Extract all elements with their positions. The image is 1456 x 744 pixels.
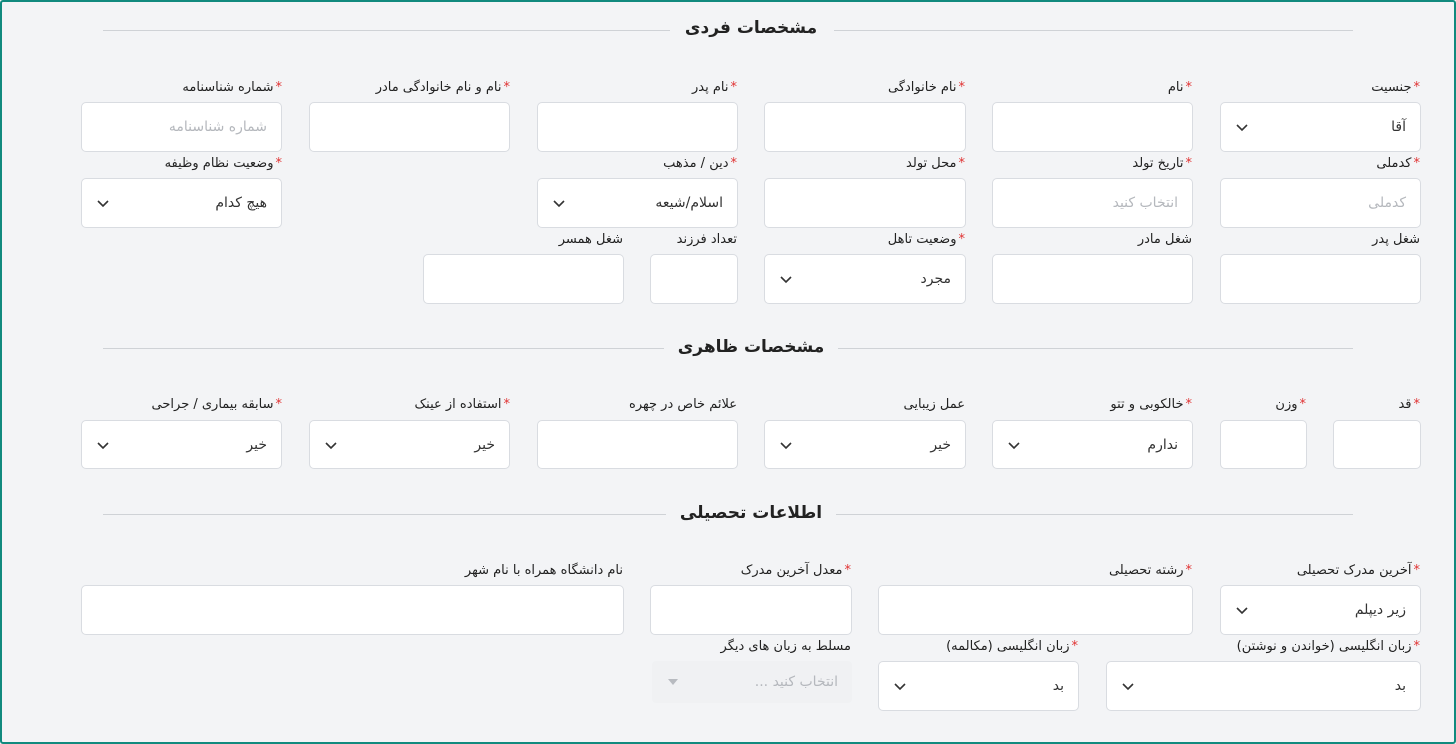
religion-select[interactable]: اسلام/شیعه xyxy=(537,178,738,228)
spouse-job-input[interactable] xyxy=(423,254,624,304)
national-code-placeholder: کدملی xyxy=(1368,195,1406,211)
chevron-down-icon xyxy=(97,441,109,449)
id-number-input[interactable]: شماره شناسنامه xyxy=(81,102,282,152)
divider xyxy=(836,514,1353,515)
medical-label: *سابقه بیماری / جراحی xyxy=(151,397,282,412)
english-rw-label: *زبان انگلیسی (خواندن و نوشتن) xyxy=(1236,639,1420,654)
gender-value: آقا xyxy=(1391,119,1406,135)
glasses-value: خیر xyxy=(474,436,495,453)
chevron-down-icon xyxy=(1236,607,1248,615)
birth-date-picker[interactable]: انتخاب کنید xyxy=(992,178,1193,228)
tattoo-value: ندارم xyxy=(1147,436,1178,453)
national-code-input[interactable]: کدملی xyxy=(1220,178,1421,228)
children-input[interactable] xyxy=(650,254,738,304)
face-marks-input[interactable] xyxy=(537,420,738,469)
birth-date-placeholder: انتخاب کنید xyxy=(1112,195,1178,211)
chevron-down-icon xyxy=(1008,441,1020,449)
last-name-input[interactable] xyxy=(764,102,966,152)
weight-input[interactable] xyxy=(1220,420,1307,469)
father-job-label: شغل پدر xyxy=(1372,232,1420,247)
divider xyxy=(834,30,1353,31)
last-degree-select[interactable]: زیر دیپلم xyxy=(1220,585,1421,635)
chevron-down-icon xyxy=(553,200,565,208)
marital-value: مجرد xyxy=(920,271,952,287)
section-title-personal: مشخصات فردی xyxy=(684,18,818,38)
height-input[interactable] xyxy=(1333,420,1421,469)
father-job-input[interactable] xyxy=(1220,254,1421,304)
medical-value: خیر xyxy=(246,436,267,453)
cosmetic-value: خیر xyxy=(930,436,951,453)
english-speak-label: *زبان انگلیسی (مکالمه) xyxy=(946,639,1078,654)
face-marks-label: علائم خاص در چهره xyxy=(629,397,737,412)
section-title-education: اطلاعات تحصیلی xyxy=(679,503,823,523)
other-langs-select[interactable]: انتخاب کنید ... xyxy=(652,661,852,703)
university-label: نام دانشگاه همراه با نام شهر xyxy=(464,563,623,578)
spouse-job-label: شغل همسر xyxy=(558,232,623,247)
birth-place-label: *محل تولد xyxy=(906,156,965,171)
military-select[interactable]: هیچ کدام xyxy=(81,178,282,228)
chevron-down-icon xyxy=(780,276,792,284)
divider xyxy=(838,348,1353,349)
divider xyxy=(103,348,664,349)
chevron-down-icon xyxy=(97,200,109,208)
chevron-down-icon xyxy=(894,683,906,691)
field-of-study-label: *رشته تحصیلی xyxy=(1108,563,1192,578)
glasses-select[interactable]: خیر xyxy=(309,420,510,469)
national-code-label: *کدملی xyxy=(1376,156,1420,171)
chevron-down-icon xyxy=(1122,683,1134,691)
father-name-input[interactable] xyxy=(537,102,738,152)
english-rw-value: بد xyxy=(1394,678,1406,694)
gpa-label: *معدل آخرین مدرک xyxy=(740,563,851,578)
mother-name-label: *نام و نام خانوادگی مادر xyxy=(375,80,510,95)
last-degree-label: *آخرین مدرک تحصیلی xyxy=(1296,563,1420,578)
divider xyxy=(103,514,666,515)
english-speak-value: بد xyxy=(1052,678,1064,694)
last-degree-value: زیر دیپلم xyxy=(1354,602,1406,618)
mother-job-input[interactable] xyxy=(992,254,1193,304)
field-of-study-input[interactable] xyxy=(878,585,1193,635)
military-label: *وضعیت نظام وظیفه xyxy=(164,156,282,171)
other-langs-placeholder: انتخاب کنید ... xyxy=(754,674,838,690)
weight-label: *وزن xyxy=(1275,397,1306,412)
section-title-appearance: مشخصات ظاهری xyxy=(677,337,825,357)
cosmetic-label: عمل زیبایی xyxy=(903,397,965,412)
father-name-label: *نام پدر xyxy=(692,80,737,95)
religion-label: *دین / مذهب xyxy=(663,156,737,171)
tattoo-label: *خالکوبی و تتو xyxy=(1110,397,1192,412)
gender-label: *جنسیت xyxy=(1371,80,1420,95)
other-langs-label: مسلط به زبان های دیگر xyxy=(720,639,851,654)
chevron-down-icon xyxy=(1236,124,1248,132)
medical-select[interactable]: خیر xyxy=(81,420,282,469)
marital-select[interactable]: مجرد xyxy=(764,254,966,304)
divider xyxy=(103,30,670,31)
university-input[interactable] xyxy=(81,585,624,635)
mother-name-input[interactable] xyxy=(309,102,510,152)
gpa-input[interactable] xyxy=(650,585,852,635)
gender-select[interactable]: آقا xyxy=(1220,102,1421,152)
first-name-input[interactable] xyxy=(992,102,1193,152)
birth-date-label: *تاریخ تولد xyxy=(1132,156,1192,171)
mother-job-label: شغل مادر xyxy=(1137,232,1192,247)
birth-place-input[interactable] xyxy=(764,178,966,228)
glasses-label: *استفاده از عینک xyxy=(414,397,510,412)
chevron-down-icon xyxy=(325,441,337,449)
chevron-down-icon xyxy=(780,441,792,449)
id-number-label: *شماره شناسنامه xyxy=(182,80,282,95)
height-label: *قد xyxy=(1398,397,1420,412)
marital-label: *وضعیت تاهل xyxy=(887,232,965,247)
tattoo-select[interactable]: ندارم xyxy=(992,420,1193,469)
children-label: تعداد فرزند xyxy=(676,232,737,247)
english-speak-select[interactable]: بد xyxy=(878,661,1079,711)
religion-value: اسلام/شیعه xyxy=(655,195,723,211)
military-value: هیچ کدام xyxy=(215,195,267,211)
caret-down-icon xyxy=(668,679,678,685)
last-name-label: *نام خانوادگی xyxy=(887,80,965,95)
cosmetic-select[interactable]: خیر xyxy=(764,420,966,469)
first-name-label: *نام xyxy=(1167,80,1192,95)
english-rw-select[interactable]: بد xyxy=(1106,661,1421,711)
id-number-placeholder: شماره شناسنامه xyxy=(168,119,267,135)
